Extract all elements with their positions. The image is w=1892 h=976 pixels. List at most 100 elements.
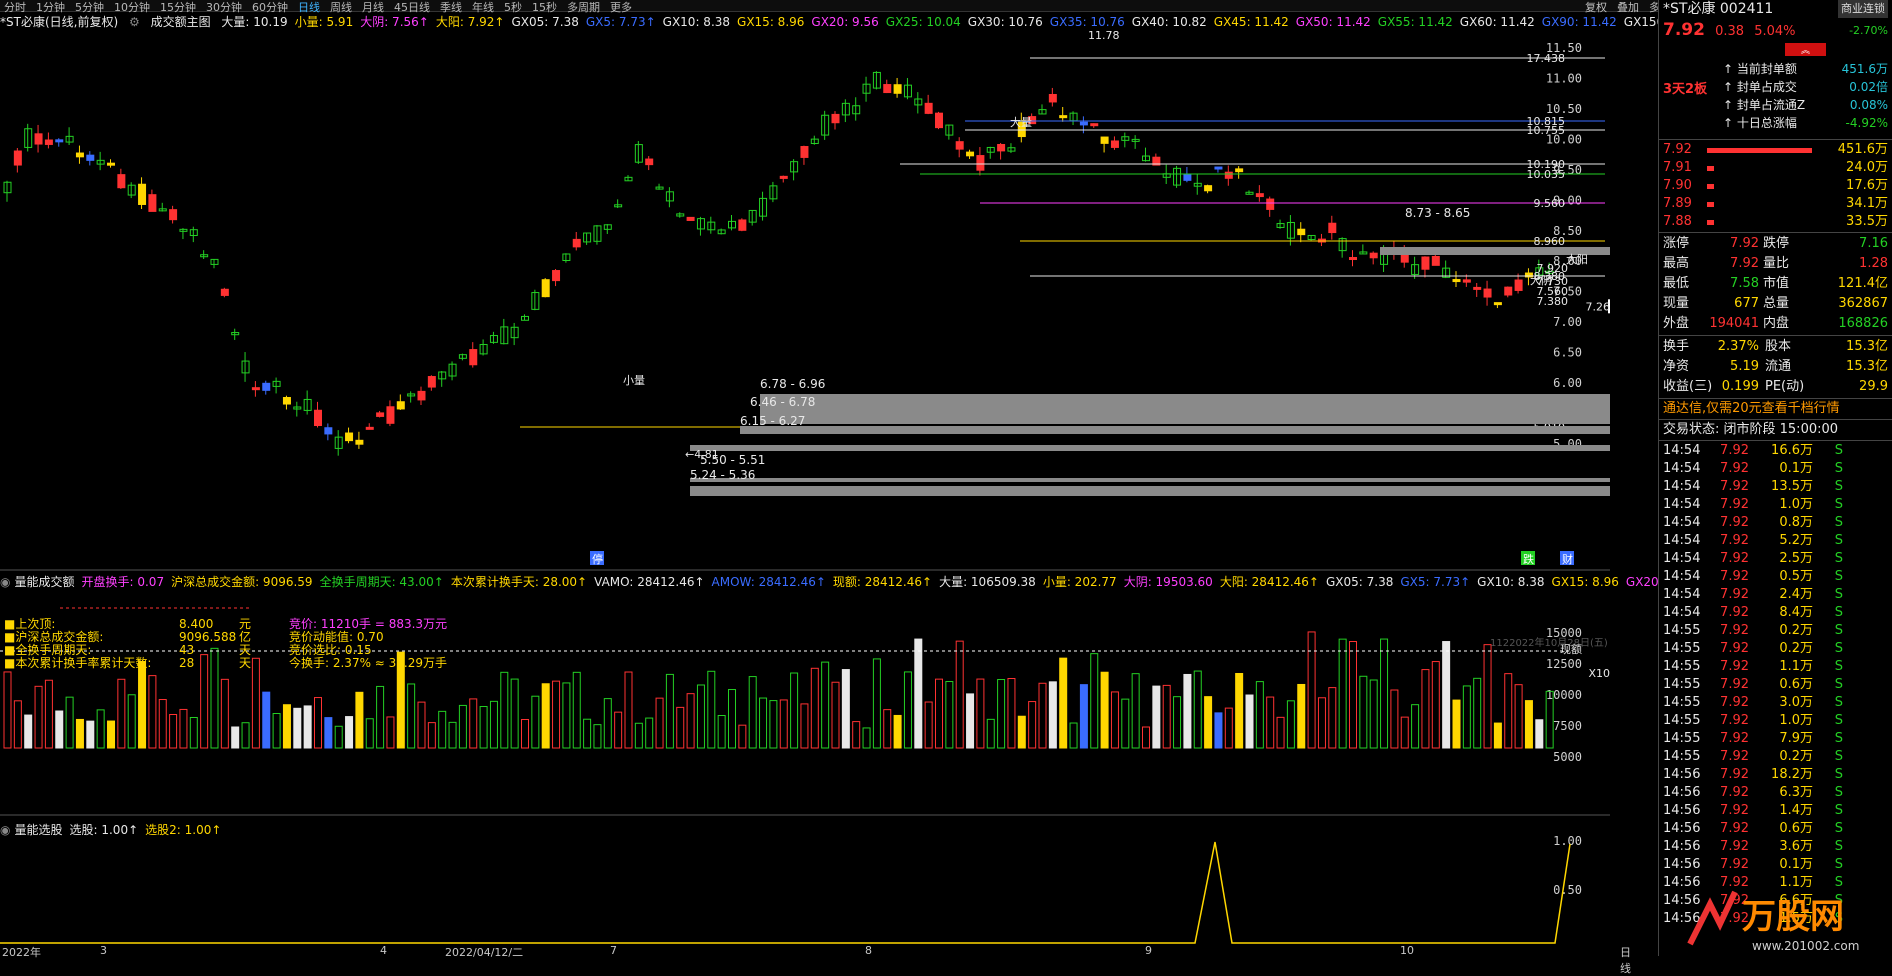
trade-cell: 14:54 xyxy=(1663,569,1701,584)
candlestick-chart[interactable]: 11.5011.0010.5010.009.509.008.508.007.50… xyxy=(0,31,1610,571)
tick-trades-list[interactable]: 14:54 7.92 16.6万 S 14:54 7.92 0.1万 S 14:54 7.92 13… xyxy=(1659,442,1892,928)
tool-1[interactable]: 叠加 xyxy=(1617,0,1639,15)
candle xyxy=(1452,271,1461,287)
candle xyxy=(1121,132,1130,148)
trade-cell: 7.92 xyxy=(1720,623,1749,638)
trade-cell: 0.5万 xyxy=(1779,569,1813,584)
candle xyxy=(738,218,747,232)
stat-k2-0: 股本 xyxy=(1765,339,1792,354)
volume-bar xyxy=(1359,675,1368,749)
volume-bar xyxy=(107,720,115,749)
trade-cell: S xyxy=(1834,659,1843,674)
info-right-1: 竞价动能值: 0.70 xyxy=(289,630,384,644)
volume-bar xyxy=(831,681,840,749)
trade-cell: 7.92 xyxy=(1720,749,1749,764)
trade-row: 14:55 7.92 0.6万 S xyxy=(1663,676,1888,694)
date-tick-0: 2022年 xyxy=(2,946,41,959)
volume-bar xyxy=(552,680,561,749)
high-label: 11.78 xyxy=(1088,31,1120,42)
candle xyxy=(1193,174,1202,195)
candle xyxy=(1152,153,1161,166)
current-price-tag: 7.26 xyxy=(1586,300,1611,313)
volume-bar xyxy=(1431,661,1440,749)
volume-bar xyxy=(572,671,581,749)
candle xyxy=(521,314,529,321)
bid-price-2: 7.90 xyxy=(1663,178,1692,193)
trade-cell: 14:55 xyxy=(1663,677,1701,692)
candle xyxy=(686,216,695,221)
trade-cell: S xyxy=(1834,641,1843,656)
stock-select-panel[interactable]: 1.00 0.50 xyxy=(0,818,1610,956)
chip-zone xyxy=(760,408,1610,424)
quote-v1-1: 7.92 xyxy=(1730,256,1759,271)
indicator-value-2: 大阴: 7.56↑ xyxy=(360,15,429,29)
candle xyxy=(293,401,302,417)
indicator-value-4: GX05: 7.38 xyxy=(511,15,579,29)
bid-volume-0: 451.6万 xyxy=(1837,142,1888,157)
signal-label: 小量 xyxy=(623,374,645,387)
volume-tick: 12500 xyxy=(1546,657,1582,671)
trade-row: 14:56 7.92 3.6万 S xyxy=(1663,838,1888,856)
quote-v2-1: 1.28 xyxy=(1859,256,1888,271)
trade-cell: 14:54 xyxy=(1663,551,1701,566)
volume-bar xyxy=(158,699,167,749)
volume-header-12: GX05: 7.38 xyxy=(1325,575,1394,589)
volume-bar xyxy=(86,720,95,749)
indicator-gear-icon[interactable]: ⚙ xyxy=(129,15,140,29)
volume-bar xyxy=(1079,684,1088,749)
seal-key-1: ↑ 封单占成交 xyxy=(1723,80,1797,94)
candle xyxy=(24,123,33,152)
trade-row: 14:54 7.92 0.1万 S xyxy=(1663,460,1888,478)
volume-bar xyxy=(1255,681,1264,749)
candle xyxy=(1297,222,1306,243)
volume-bar xyxy=(1007,678,1016,749)
candle xyxy=(1245,190,1254,195)
volume-bar xyxy=(759,697,768,749)
candle xyxy=(448,361,457,381)
volume-bar xyxy=(169,714,178,749)
candle xyxy=(1493,302,1502,309)
trade-cell: 7.92 xyxy=(1720,443,1749,458)
trade-cell: 7.92 xyxy=(1720,677,1749,692)
candle xyxy=(903,78,912,100)
volume-bar xyxy=(562,682,571,749)
trade-cell: 18.2万 xyxy=(1771,767,1813,782)
price-change: 0.38 xyxy=(1715,24,1745,39)
indicator-value-3: 大阳: 7.92↑ xyxy=(435,15,505,29)
trade-cell: 7.92 xyxy=(1720,533,1749,548)
seal-val-2: 0.08% xyxy=(1849,98,1888,112)
candle xyxy=(324,423,333,441)
sector-button[interactable]: 商业连锁 xyxy=(1838,0,1888,18)
volume-bar xyxy=(914,638,923,749)
trade-cell: 7.92 xyxy=(1720,695,1749,710)
indicator-value-8: GX20: 9.56 xyxy=(811,15,879,29)
trade-cell: 16.6万 xyxy=(1771,443,1813,458)
candle xyxy=(200,250,209,260)
chip-zone xyxy=(690,445,1610,451)
indicator-name[interactable]: 成交额主图 xyxy=(151,15,211,29)
bid-bar xyxy=(1707,183,1714,189)
candle xyxy=(1266,196,1275,217)
candle xyxy=(800,145,809,165)
candle xyxy=(1131,135,1140,149)
candle xyxy=(893,77,902,98)
quote-k2-2: 市值 xyxy=(1763,276,1790,291)
chip-zone xyxy=(690,486,1610,496)
stat-v1-0: 2.37% xyxy=(1717,339,1759,354)
volume-bar xyxy=(1390,689,1399,749)
trade-cell: 2.4万 xyxy=(1779,587,1813,602)
quote-v2-0: 7.16 xyxy=(1859,236,1888,251)
candle xyxy=(976,147,985,176)
volume-panel[interactable]: 150001250010000750050001122022年10月28日(五)… xyxy=(0,571,1610,816)
volume-bar xyxy=(976,678,985,749)
trade-row: 14:56 7.92 0.6万 S xyxy=(1663,820,1888,838)
volume-bar xyxy=(324,717,333,749)
promo-link[interactable]: 通达信,仅需20元查看千档行情 xyxy=(1659,400,1892,418)
trade-row: 14:55 7.92 1.0万 S xyxy=(1663,712,1888,730)
trade-cell: 7.92 xyxy=(1720,605,1749,620)
volume-bar xyxy=(655,697,664,749)
expand-up-icon[interactable]: ︽ xyxy=(1784,43,1826,56)
trade-cell: S xyxy=(1834,587,1843,602)
candle xyxy=(583,232,592,245)
trade-cell: S xyxy=(1834,695,1843,710)
